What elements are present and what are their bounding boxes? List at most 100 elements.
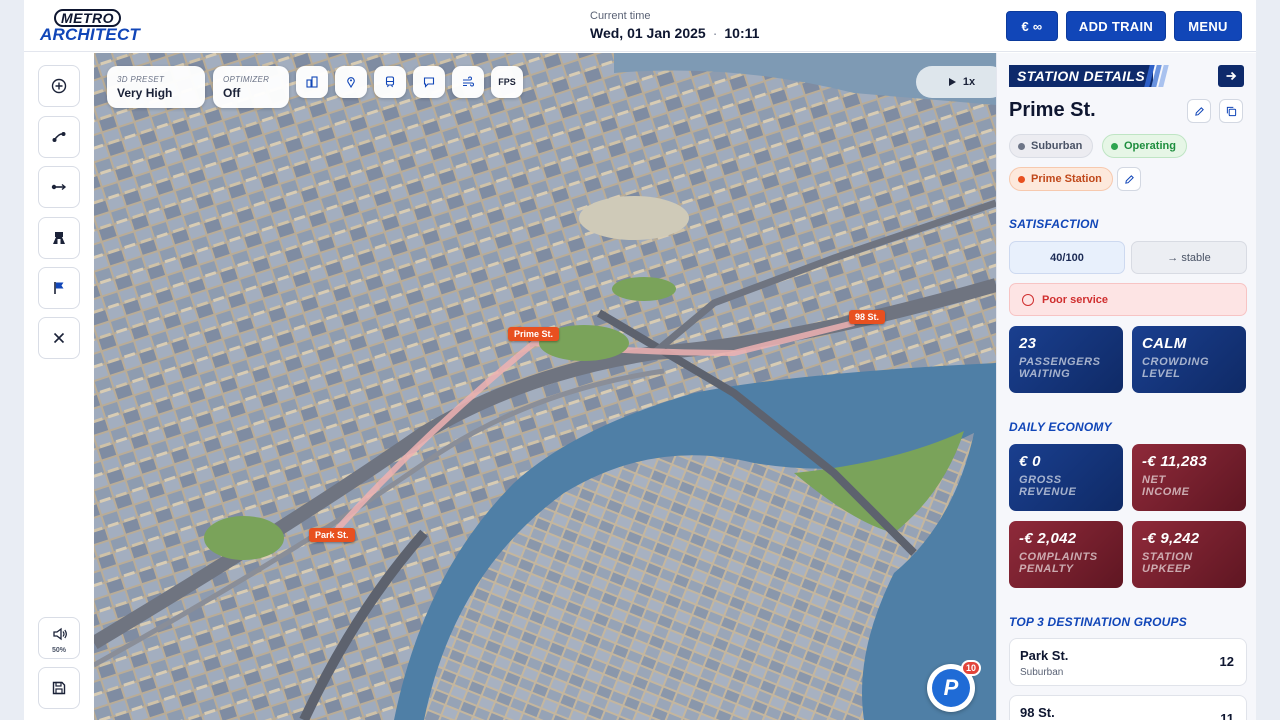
station-details-panel: STATION DETAILS Prime St. Suburban Opera… xyxy=(996,53,1256,720)
optimizer-chip[interactable]: OPTIMIZER Off xyxy=(213,66,289,108)
build-line-button[interactable] xyxy=(38,116,80,158)
3d-preset-chip[interactable]: 3D PRESET Very High xyxy=(107,66,205,108)
copy-station-button[interactable] xyxy=(1219,99,1243,123)
map-pin-icon xyxy=(347,77,355,88)
logo-bottom-text: ARCHITECT xyxy=(40,25,141,44)
caption-line: UPKEEP xyxy=(1142,563,1191,575)
3d-preset-value: Very High xyxy=(117,86,173,100)
notification-count-badge: 10 xyxy=(961,660,981,676)
copy-icon xyxy=(1226,106,1236,116)
volume-button[interactable]: 50% xyxy=(38,617,80,659)
objectives-button[interactable] xyxy=(38,267,80,309)
map-pin-toggle-button[interactable] xyxy=(335,66,367,98)
edit-tags-button[interactable] xyxy=(1117,167,1141,191)
arrow-right-icon xyxy=(1226,71,1237,81)
route-icon xyxy=(52,132,66,142)
station-upkeep-card: -€ 9,242 STATION UPKEEP xyxy=(1132,521,1246,588)
money-button[interactable]: € ∞ xyxy=(1006,11,1058,41)
passengers-waiting-caption: PASSENGERS WAITING xyxy=(1019,356,1113,380)
complaints-penalty-value: -€ 2,042 xyxy=(1019,530,1077,547)
station-marker[interactable]: Park St. xyxy=(309,528,355,542)
messages-button[interactable] xyxy=(413,66,445,98)
net-income-value: -€ 11,283 xyxy=(1142,453,1207,470)
track-tool-button[interactable] xyxy=(38,166,80,208)
station-status-text: Operating xyxy=(1124,140,1176,152)
destination-type: Suburban xyxy=(1020,667,1064,678)
wind-toggle-button[interactable] xyxy=(452,66,484,98)
caption-line: PENALTY xyxy=(1019,563,1074,575)
caption-line: STATION xyxy=(1142,551,1193,563)
speaker-icon xyxy=(53,627,67,641)
add-train-button[interactable]: ADD TRAIN xyxy=(1066,11,1166,41)
city-3d-render[interactable] xyxy=(94,53,996,720)
prime-station-tag: Prime Station xyxy=(1009,167,1113,191)
destination-group-row[interactable]: 98 St. 11 xyxy=(1009,695,1247,720)
add-station-button[interactable] xyxy=(38,65,80,107)
current-date: Wed, 01 Jan 2025 xyxy=(590,25,706,41)
app-window: METRO ARCHITECT Current time Wed, 01 Jan… xyxy=(24,0,1256,720)
close-panel-button[interactable] xyxy=(1218,65,1244,87)
caption-line: COMPLAINTS xyxy=(1019,551,1098,563)
fps-toggle-button[interactable]: FPS xyxy=(491,66,523,98)
wind-icon xyxy=(463,76,474,87)
floppy-disk-icon xyxy=(52,681,66,695)
destination-count: 11 xyxy=(1220,711,1234,720)
volume-percent: 50% xyxy=(51,647,66,654)
save-button[interactable] xyxy=(38,667,80,709)
poor-service-text: Poor service xyxy=(1042,293,1109,306)
satisfaction-score: 40/100 xyxy=(1009,241,1125,274)
status-dot xyxy=(1111,142,1118,150)
destination-name: 98 St. xyxy=(1020,705,1055,720)
app-logo[interactable]: METRO ARCHITECT xyxy=(40,9,140,45)
title-stripes-decoration xyxy=(1144,65,1173,87)
train-view-button[interactable] xyxy=(374,66,406,98)
panel-title: STATION DETAILS xyxy=(1009,65,1154,87)
daily-economy-heading: DAILY ECONOMY xyxy=(1009,420,1112,434)
station-status-tag: Operating xyxy=(1102,134,1187,158)
caption-line: CROWDING xyxy=(1142,356,1210,368)
net-income-card: -€ 11,283 NET INCOME xyxy=(1132,444,1246,511)
flag-icon xyxy=(54,282,64,294)
station-name: Prime St. xyxy=(1009,99,1096,121)
play-speed-control[interactable]: 1x xyxy=(916,66,996,98)
prime-station-text: Prime Station xyxy=(1031,173,1102,185)
caption-line: INCOME xyxy=(1142,486,1190,498)
station-marker[interactable]: 98 St. xyxy=(849,310,886,324)
city-map-viewport[interactable]: 3D PRESET Very High OPTIMIZER Off FPS 1x… xyxy=(94,53,996,720)
gross-revenue-card: € 0 GROSS REVENUE xyxy=(1009,444,1123,511)
sad-face-icon xyxy=(1022,293,1034,306)
gross-revenue-value: € 0 xyxy=(1019,453,1041,470)
passengers-waiting-card: 23 PASSENGERS WAITING xyxy=(1009,326,1123,393)
caption-line: PASSENGERS xyxy=(1019,356,1101,368)
crowding-level-card: CALM CROWDING LEVEL xyxy=(1132,326,1246,393)
status-dot xyxy=(1018,175,1025,183)
optimizer-value: Off xyxy=(223,86,241,100)
destination-count: 12 xyxy=(1219,654,1234,669)
tunnel-boring-icon xyxy=(53,232,65,244)
menu-button[interactable]: MENU xyxy=(1174,11,1242,41)
station-marker[interactable]: Prime St. xyxy=(508,327,560,341)
status-dot xyxy=(1018,142,1025,150)
caption-line: NET xyxy=(1142,474,1166,486)
current-time-value: Wed, 01 Jan 2025 · 10:11 xyxy=(590,25,790,41)
destination-name: Park St. xyxy=(1020,648,1069,663)
pencil-icon xyxy=(1194,106,1204,116)
complaints-penalty-caption: COMPLAINTS PENALTY xyxy=(1019,551,1113,575)
complaints-penalty-card: -€ 2,042 COMPLAINTS PENALTY xyxy=(1009,521,1123,588)
current-clock: 10:11 xyxy=(724,25,760,41)
close-tool-button[interactable] xyxy=(38,317,80,359)
poor-service-warning: Poor service xyxy=(1009,283,1247,316)
buildings-toggle-button[interactable] xyxy=(296,66,328,98)
station-upkeep-value: -€ 9,242 xyxy=(1142,530,1200,547)
depot-tool-button[interactable] xyxy=(38,217,80,259)
plus-circle-icon xyxy=(51,78,67,94)
rename-station-button[interactable] xyxy=(1187,99,1211,123)
satisfaction-heading: SATISFACTION xyxy=(1009,217,1099,231)
notification-button[interactable]: P 10 xyxy=(927,660,981,712)
buildings-icon xyxy=(306,76,318,88)
train-icon xyxy=(385,76,395,88)
gross-revenue-caption: GROSS REVENUE xyxy=(1019,474,1113,498)
3d-preset-label: 3D PRESET xyxy=(117,75,165,84)
destination-group-row[interactable]: Park St. Suburban 12 xyxy=(1009,638,1247,686)
station-upkeep-caption: STATION UPKEEP xyxy=(1142,551,1236,575)
